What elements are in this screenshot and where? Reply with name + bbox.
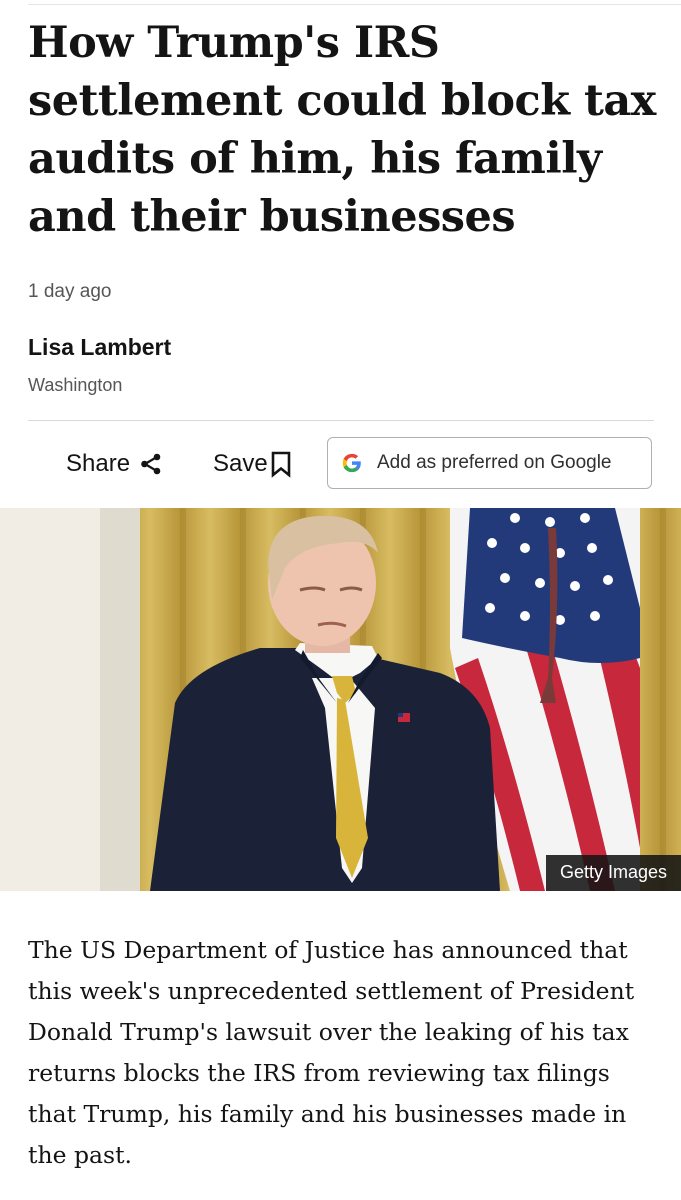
top-divider [28, 4, 681, 5]
author-location: Washington [28, 375, 123, 395]
share-label: Share [66, 450, 131, 477]
google-g-icon [342, 453, 361, 473]
hero-image: Getty Images [0, 508, 681, 891]
article-timestamp: 1 day ago [28, 281, 112, 302]
add-preferred-google-label: Add as preferred on Google [377, 452, 612, 473]
article-headline: How Trump's IRS settlement could block t… [28, 18, 656, 242]
add-preferred-google-button[interactable]: Add as preferred on Google [327, 437, 652, 489]
share-button[interactable]: Share [66, 446, 164, 482]
article-paragraph: The US Department of Justice has announc… [28, 936, 635, 1169]
bookmark-icon [271, 451, 291, 478]
save-label: Save [213, 450, 268, 477]
hero-illustration [0, 508, 681, 891]
save-button[interactable]: Save [213, 446, 292, 482]
share-icon [141, 453, 161, 475]
image-credit: Getty Images [545, 855, 681, 891]
byline-divider [28, 420, 654, 421]
author-name[interactable]: Lisa Lambert [28, 334, 171, 361]
